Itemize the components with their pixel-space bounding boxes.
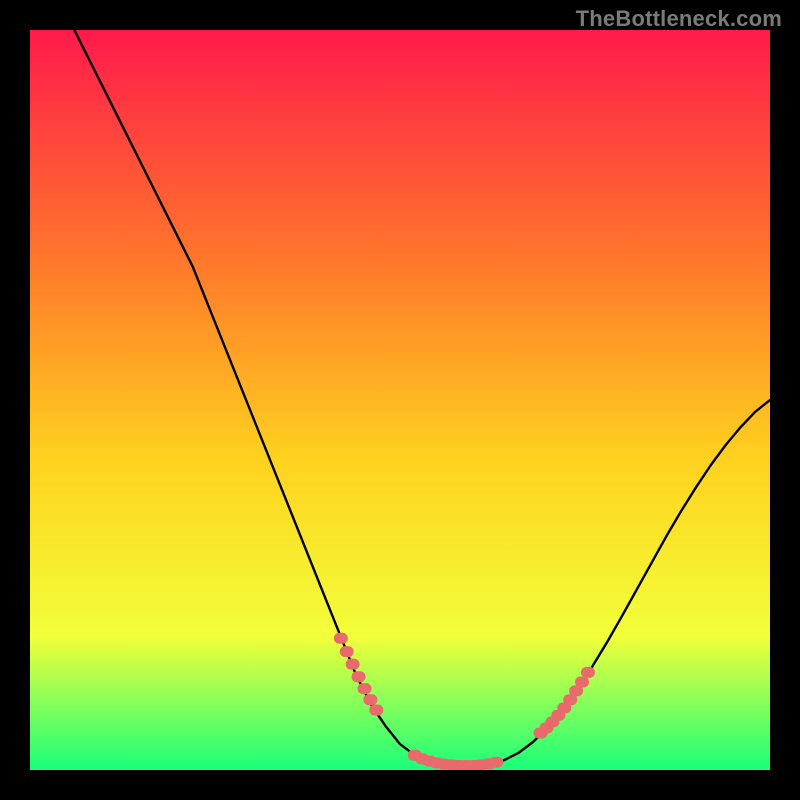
chart-frame: TheBottleneck.com	[0, 0, 800, 800]
watermark-text: TheBottleneck.com	[576, 6, 782, 32]
plot-area	[30, 30, 770, 770]
bottleneck-curve-chart	[30, 30, 770, 770]
